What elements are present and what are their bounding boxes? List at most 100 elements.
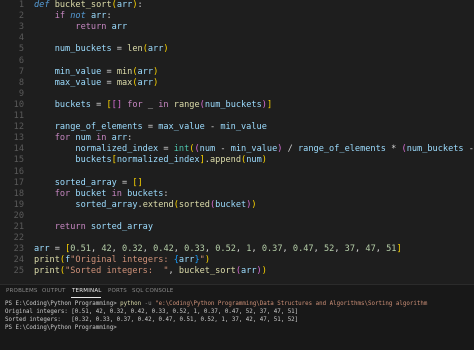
tab-sql-console[interactable]: SQL CONSOLE bbox=[132, 288, 173, 294]
code-token: = bbox=[158, 144, 174, 155]
code-token: ) bbox=[261, 266, 267, 277]
code-token: ) bbox=[153, 66, 159, 77]
code-token: arr bbox=[178, 255, 195, 266]
code-token: normalized_index bbox=[116, 155, 200, 166]
code-token: in bbox=[90, 133, 112, 144]
code-token: min_value bbox=[220, 122, 267, 133]
code-token: ] bbox=[266, 99, 273, 110]
code-token: max bbox=[116, 77, 133, 88]
code-token: 0.32 bbox=[122, 244, 143, 255]
code-token: num_buckets bbox=[54, 44, 112, 55]
code-token: bucket_sort bbox=[54, 0, 112, 10]
code-token: arr bbox=[111, 22, 128, 33]
code-token: append bbox=[209, 155, 242, 166]
tab-ports[interactable]: PORTS bbox=[108, 288, 127, 294]
code-token: 0.42 bbox=[153, 244, 174, 255]
code-token: num_buckets bbox=[204, 99, 262, 110]
code-token: max_value bbox=[158, 122, 205, 133]
code-token: return bbox=[75, 22, 112, 33]
terminal-output-sorted: Sorted integers: [0.32, 0.33, 0.37, 0.42… bbox=[5, 317, 299, 323]
code-token: normalized_index bbox=[75, 144, 159, 155]
code-token: bucket bbox=[75, 188, 107, 199]
code-token: = bbox=[111, 44, 128, 55]
code-token: : bbox=[163, 188, 169, 199]
active-tab-indicator bbox=[71, 297, 101, 298]
code-token: , bbox=[282, 244, 293, 255]
code-token: : bbox=[106, 11, 112, 22]
code-token: * bbox=[385, 144, 402, 155]
code-token: , bbox=[111, 244, 123, 255]
code-text: print("Sorted integers: ", bucket_sort(a… bbox=[34, 265, 267, 277]
terminal-command-line: PS E:\Coding\Python Programming> python … bbox=[5, 300, 474, 308]
code-token: return bbox=[54, 222, 91, 232]
code-token: = bbox=[116, 177, 133, 188]
code-token: arr bbox=[147, 44, 164, 55]
code-editor[interactable]: 1 def bucket_sort(arr): 2 if not arr: 3 ret… bbox=[0, 0, 474, 284]
code-token: "Sorted integers: " bbox=[65, 266, 169, 277]
code-token: print bbox=[34, 266, 60, 277]
code-token: for bbox=[54, 188, 76, 199]
code-token: arr bbox=[34, 244, 50, 255]
code-token: = bbox=[101, 66, 117, 77]
code-token: ) bbox=[251, 199, 257, 210]
code-token: : bbox=[127, 133, 133, 144]
code-token: = bbox=[142, 122, 159, 133]
code-token: 0.37 bbox=[261, 244, 283, 255]
code-token: sorted_array bbox=[54, 177, 117, 188]
code-token: range bbox=[173, 99, 200, 110]
code-token: ) bbox=[163, 44, 169, 55]
code-token: min_value bbox=[230, 144, 278, 155]
code-token: sorted_array bbox=[90, 222, 154, 232]
code-token: range_of_elements bbox=[54, 122, 143, 133]
code-token: num bbox=[246, 155, 262, 166]
code-token: buckets bbox=[127, 188, 164, 199]
code-token: / bbox=[282, 144, 298, 155]
code-token: for bbox=[127, 99, 143, 110]
tab-terminal[interactable]: TERMINAL bbox=[72, 288, 102, 294]
code-token: , bbox=[168, 266, 179, 277]
code-token: 0.33 bbox=[184, 244, 205, 255]
code-token: for bbox=[54, 133, 76, 144]
code-token: , bbox=[334, 244, 345, 255]
code-token: , bbox=[204, 244, 216, 255]
code-token: num bbox=[199, 144, 216, 155]
terminal-prompt: PS E:\Coding\Python Programming> bbox=[5, 301, 121, 307]
code-token: if bbox=[54, 11, 71, 22]
code-token: min_value bbox=[54, 66, 102, 77]
terminal-prompt-line: PS E:\Coding\Python Programming> bbox=[5, 325, 121, 331]
code-token: , bbox=[355, 244, 366, 255]
code-token: [] bbox=[132, 177, 143, 188]
code-token: buckets bbox=[54, 99, 91, 110]
tab-output[interactable]: OUTPUT bbox=[42, 288, 66, 294]
code-token: _ bbox=[142, 99, 159, 110]
code-token: buckets bbox=[75, 155, 112, 166]
panel-tabs: PROBLEMS OUTPUT TERMINAL PORTS SQL CONSO… bbox=[0, 285, 474, 299]
terminal-path: "e:\Coding\Python Programming\Data Struc… bbox=[155, 301, 428, 307]
code-token: bucket_sort bbox=[178, 266, 236, 277]
terminal[interactable]: PS E:\Coding\Python Programming> python … bbox=[5, 300, 474, 332]
code-token: , bbox=[90, 244, 102, 255]
code-line[interactable]: 25 print("Sorted integers: ", bucket_sort… bbox=[0, 265, 474, 277]
tab-problems[interactable]: PROBLEMS bbox=[6, 288, 38, 294]
code-token: : bbox=[137, 0, 143, 10]
terminal-command: python bbox=[120, 301, 142, 307]
code-token: in bbox=[106, 188, 128, 199]
code-token: 0.51 bbox=[70, 244, 91, 255]
code-token: arr bbox=[111, 133, 128, 144]
code-token: ] bbox=[396, 244, 402, 255]
code-token: arr bbox=[241, 266, 257, 277]
line-number: 25 bbox=[13, 266, 24, 277]
code-token: 0.52 bbox=[215, 244, 236, 255]
